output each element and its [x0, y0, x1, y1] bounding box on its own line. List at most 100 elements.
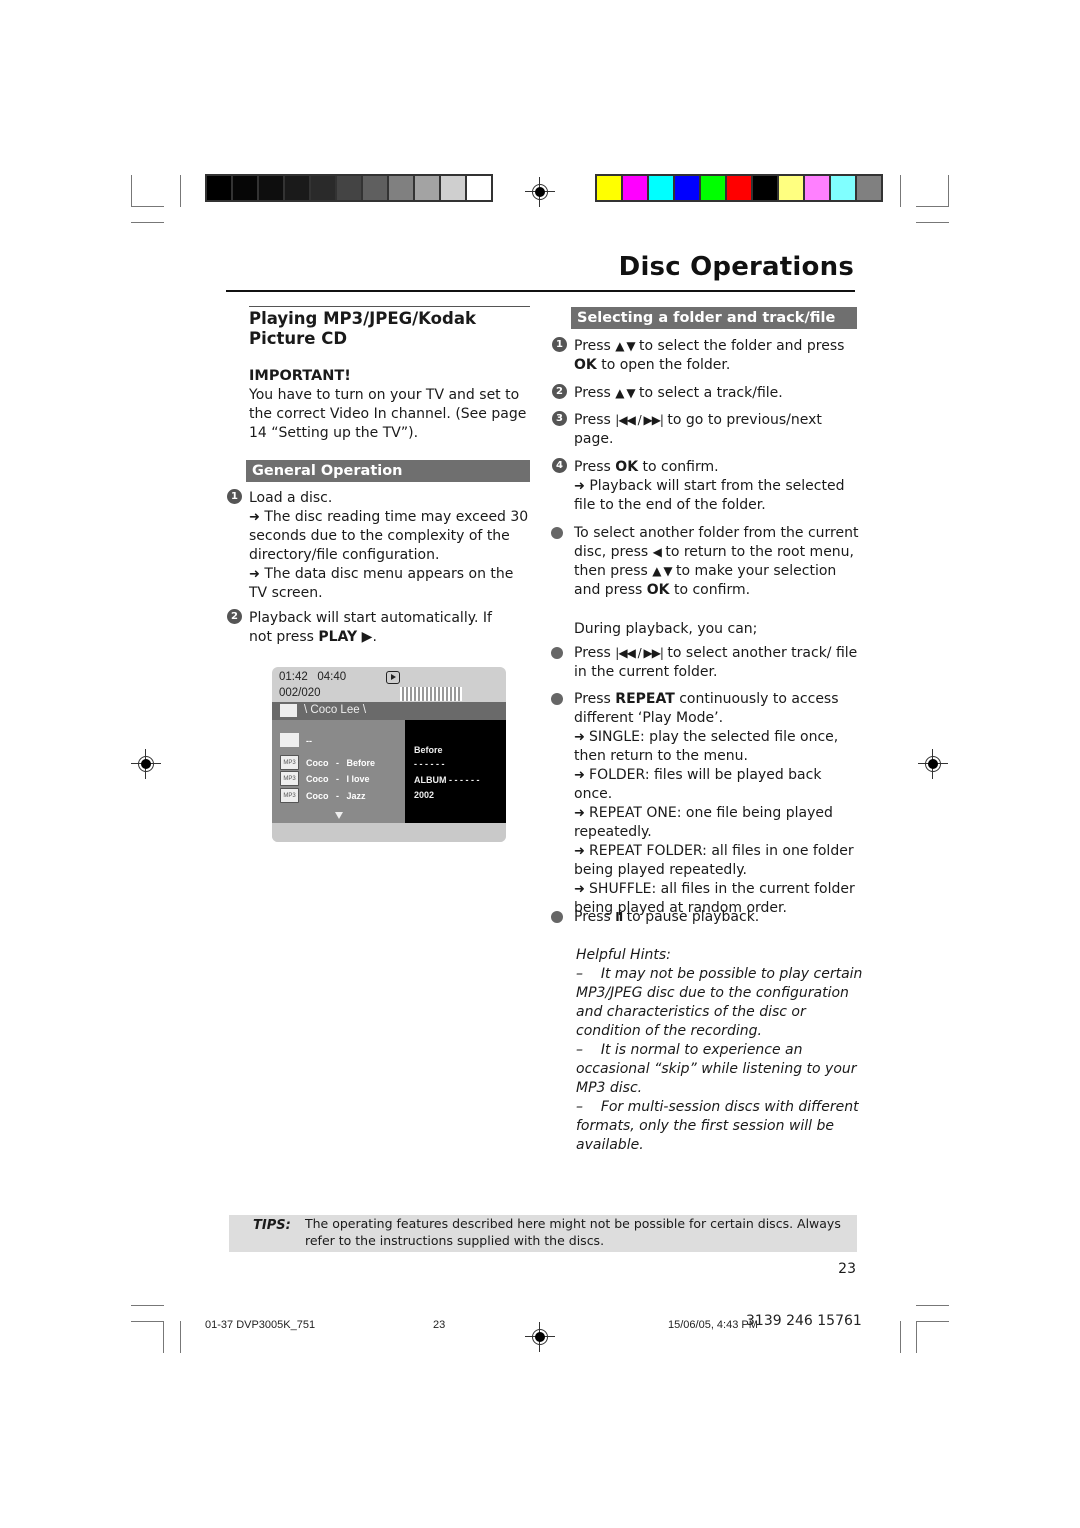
track-count: 002/020	[279, 687, 321, 699]
color-swatch	[233, 176, 257, 200]
info-album: ALBUM - - - - - -	[414, 775, 480, 785]
folder-icon	[280, 704, 297, 717]
prev-next-icon: |◀◀ / ▶▶|	[615, 646, 664, 660]
left-step-2: Playback will start automatically. If no…	[249, 610, 492, 645]
step-number-1: 1	[227, 489, 242, 504]
file-info-panel: Before - - - - - - ALBUM - - - - - - 200…	[405, 720, 506, 823]
footer-page: 23	[433, 1319, 446, 1331]
page-number: 23	[838, 1261, 856, 1277]
color-swatch	[337, 176, 361, 200]
crop-mark	[916, 1321, 917, 1353]
crop-mark	[131, 1305, 164, 1306]
crop-mark	[163, 1321, 164, 1353]
bullet-skip-track: Press |◀◀ / ▶▶| to select another track/…	[574, 645, 858, 680]
bullet-icon	[551, 647, 563, 659]
grayscale-calibration-bar	[205, 174, 493, 202]
step-number-2: 2	[227, 609, 242, 624]
step-number-2: 2	[552, 384, 567, 399]
mp3-file-icon: MP3	[280, 788, 299, 803]
hints-list: – It may not be possible to play certain…	[576, 965, 866, 1155]
color-swatch	[311, 176, 335, 200]
repeat-mode-note: ➜ REPEAT ONE: one file being played repe…	[574, 805, 833, 840]
right-step-1: Press ▲ ▼ to select the folder and press…	[574, 338, 845, 373]
tv-disc-menu-screen: 01:42 04:40 002/020 \ Coco Lee \ -- MP3 …	[272, 667, 506, 842]
file-row[interactable]: Coco - Jazz	[306, 791, 366, 801]
page-title: Disc Operations	[618, 252, 854, 282]
tips-box: TIPS: The operating features described h…	[229, 1215, 857, 1252]
section-heading-playing: Playing MP3/JPEG/Kodak Picture CD	[249, 309, 476, 348]
file-row[interactable]: Coco - Before	[306, 758, 375, 768]
color-swatch	[675, 176, 699, 200]
folder-path-bar: \ Coco Lee \	[272, 702, 506, 720]
color-swatch	[831, 176, 855, 200]
registration-target-icon	[525, 1322, 555, 1352]
color-swatch	[779, 176, 803, 200]
color-swatch	[467, 176, 491, 200]
file-row[interactable]: Coco - I love	[306, 774, 370, 784]
title-rule	[226, 290, 855, 292]
step-number-3: 3	[552, 411, 567, 426]
footer-date: 15/06/05, 4:43 PM	[668, 1319, 758, 1331]
crop-mark	[131, 1321, 164, 1322]
arrow-icon: ➜	[574, 730, 590, 745]
arrow-icon: ➜	[574, 479, 585, 494]
crop-mark	[948, 175, 949, 207]
color-swatch	[441, 176, 465, 200]
repeat-mode-note: ➜ FOLDER: files will be played back once…	[574, 767, 822, 802]
color-swatch	[415, 176, 439, 200]
important-text: You have to turn on your TV and set to t…	[249, 387, 527, 441]
left-step-1-note-2: ➜ The data disc menu appears on the TV s…	[249, 566, 514, 601]
crop-mark	[900, 175, 901, 207]
crop-mark	[916, 222, 949, 223]
color-swatch	[285, 176, 309, 200]
repeat-mode-note: ➜ REPEAT FOLDER: all files in one folder…	[574, 843, 854, 878]
bullet-icon	[551, 527, 563, 539]
crop-mark	[180, 1321, 181, 1353]
level-meter-icon	[400, 687, 462, 701]
color-swatch	[649, 176, 673, 200]
right-step-2: Press ▲ ▼ to select a track/file.	[574, 385, 783, 401]
crop-mark	[916, 206, 949, 207]
mp3-file-icon: MP3	[280, 755, 299, 770]
tips-text: The operating features described here mi…	[305, 1216, 841, 1248]
info-artist: - - - - - -	[414, 759, 445, 769]
during-playback-label: During playback, you can;	[574, 621, 758, 637]
registration-target-icon	[918, 749, 948, 779]
left-step-1-note-1: ➜ The disc reading time may exceed 30 se…	[249, 509, 529, 563]
parent-entry: --	[306, 736, 312, 746]
color-swatch	[701, 176, 725, 200]
info-title: Before	[414, 745, 443, 755]
left-step-1: Load a disc. ➜ The disc reading time may…	[249, 489, 534, 603]
screen-bottom-bar	[272, 823, 506, 842]
folder-path: \ Coco Lee \	[304, 704, 367, 716]
arrow-icon: ➜	[249, 510, 260, 525]
repeat-modes-list: ➜ SINGLE: play the selected file once, t…	[574, 728, 859, 918]
footer-file: 01-37 DVP3005K_751	[205, 1319, 316, 1331]
mp3-file-icon: MP3	[280, 771, 299, 786]
helpful-hints: Helpful Hints: – It may not be possible …	[576, 946, 866, 1155]
repeat-mode-note: ➜ SINGLE: play the selected file once, t…	[574, 729, 839, 764]
registration-target-icon	[131, 749, 161, 779]
scroll-down-icon[interactable]	[335, 812, 343, 819]
general-operation-heading: General Operation	[246, 460, 530, 482]
color-swatch	[727, 176, 751, 200]
step-number-4: 4	[552, 458, 567, 473]
left-arrow-icon: ◀	[652, 545, 662, 559]
tips-label: TIPS:	[253, 1218, 291, 1233]
parent-folder-icon	[280, 733, 299, 747]
registration-target-icon	[525, 177, 555, 207]
color-swatch	[259, 176, 283, 200]
arrow-icon: ➜	[574, 882, 590, 897]
time-readout: 01:42 04:40	[279, 671, 347, 683]
crop-mark	[131, 175, 132, 207]
right-step-4-note: ➜ Playback will start from the selected …	[574, 478, 845, 513]
play-icon: ▶	[361, 629, 373, 645]
arrow-icon: ➜	[574, 844, 590, 859]
selecting-folder-heading: Selecting a folder and track/file	[571, 307, 857, 329]
color-swatch	[207, 176, 231, 200]
crop-mark	[180, 175, 181, 207]
crop-mark	[131, 222, 164, 223]
right-step-3: Press |◀◀ / ▶▶| to go to previous/next p…	[574, 412, 822, 447]
file-list: -- MP3 Coco - Before MP3 Coco - I love M…	[272, 720, 405, 823]
color-swatch	[363, 176, 387, 200]
